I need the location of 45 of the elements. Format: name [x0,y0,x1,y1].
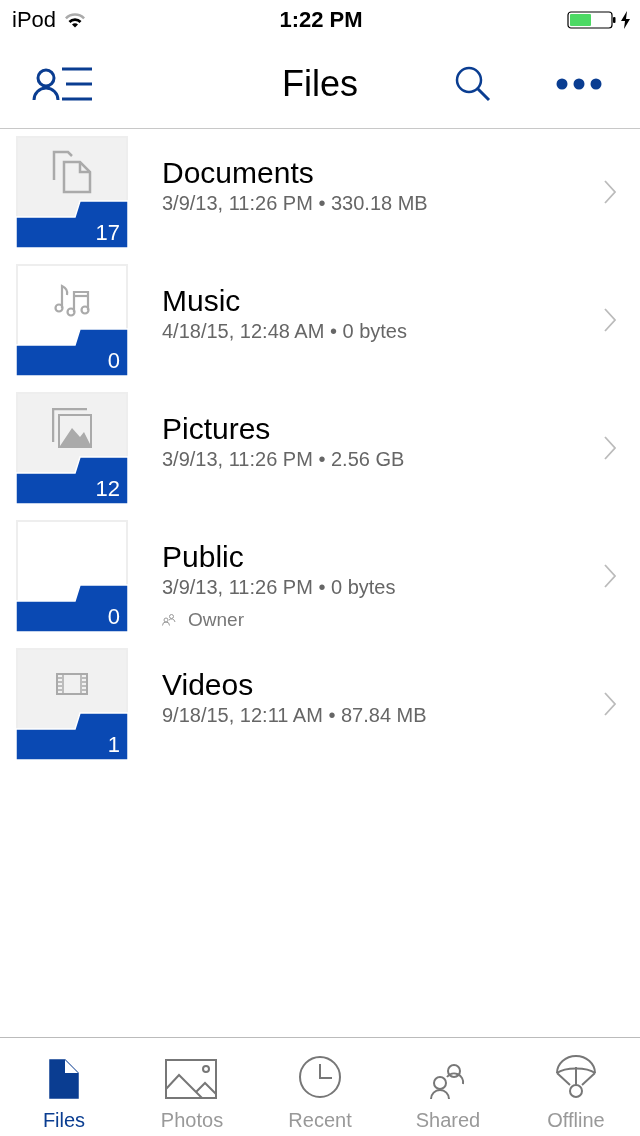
people-icon [430,1063,466,1099]
chevron-icon [604,692,616,716]
folder-row[interactable]: 17 Documents 3/9/13, 11:26 PM • 330.18 MB [0,136,640,264]
folder-name: Public [162,540,244,574]
documents-icon [52,150,92,194]
role-label: Owner [188,609,244,631]
folder-row[interactable]: 0 Music 4/18/15, 12:48 AM • 0 bytes [0,264,640,392]
folder-details: 3/9/13, 11:26 PM • 330.18 MB [162,192,428,215]
people-icon [162,614,176,626]
wifi-icon [64,12,87,28]
folder-name: Music [162,284,241,318]
folder-details: 9/18/15, 12:11 AM • 87.84 MB [162,704,427,727]
folder-details: 3/9/13, 11:26 PM • 0 bytes [162,576,396,599]
tab-bar-item[interactable]: Files [0,1038,128,1136]
folder-row[interactable]: 0 Public 3/9/13, 11:26 PM • 0 bytes Owner [0,520,640,648]
folder-details: 4/18/15, 12:48 AM • 0 bytes [162,320,407,343]
clock-icon [298,1055,342,1099]
folder-row[interactable]: 1 Videos 9/18/15, 12:11 AM • 87.84 MB [0,648,640,776]
item-count: 12 [95,476,120,502]
pictures-icon [52,408,92,448]
film-icon [56,673,88,695]
chevron-icon [604,436,616,460]
account-menu-icon[interactable] [32,67,92,101]
charging-icon [621,11,630,29]
search-icon[interactable] [455,66,491,102]
parachute-icon [555,1055,597,1099]
status-time: 1:22 PM [279,7,363,33]
folder-details: 3/9/13, 11:26 PM • 2.56 GB [162,448,405,471]
folder-name: Documents [162,156,314,190]
more-icon[interactable] [556,78,602,90]
item-count: 17 [95,220,120,246]
folder-row[interactable]: 12 Pictures 3/9/13, 11:26 PM • 2.56 GB [0,392,640,520]
item-count: 0 [107,348,120,374]
item-count: 1 [107,732,120,758]
music-notes-icon [54,282,90,318]
item-count: 0 [107,604,120,630]
chevron-icon [604,308,616,332]
folder-name: Pictures [162,412,271,446]
screen-title: Files [281,63,359,105]
chevron-icon [604,180,616,204]
folder-name: Videos [162,668,254,702]
carrier: iPod [12,7,57,33]
battery-icon [567,10,617,30]
chevron-icon [604,564,616,588]
image-icon [165,1059,219,1099]
